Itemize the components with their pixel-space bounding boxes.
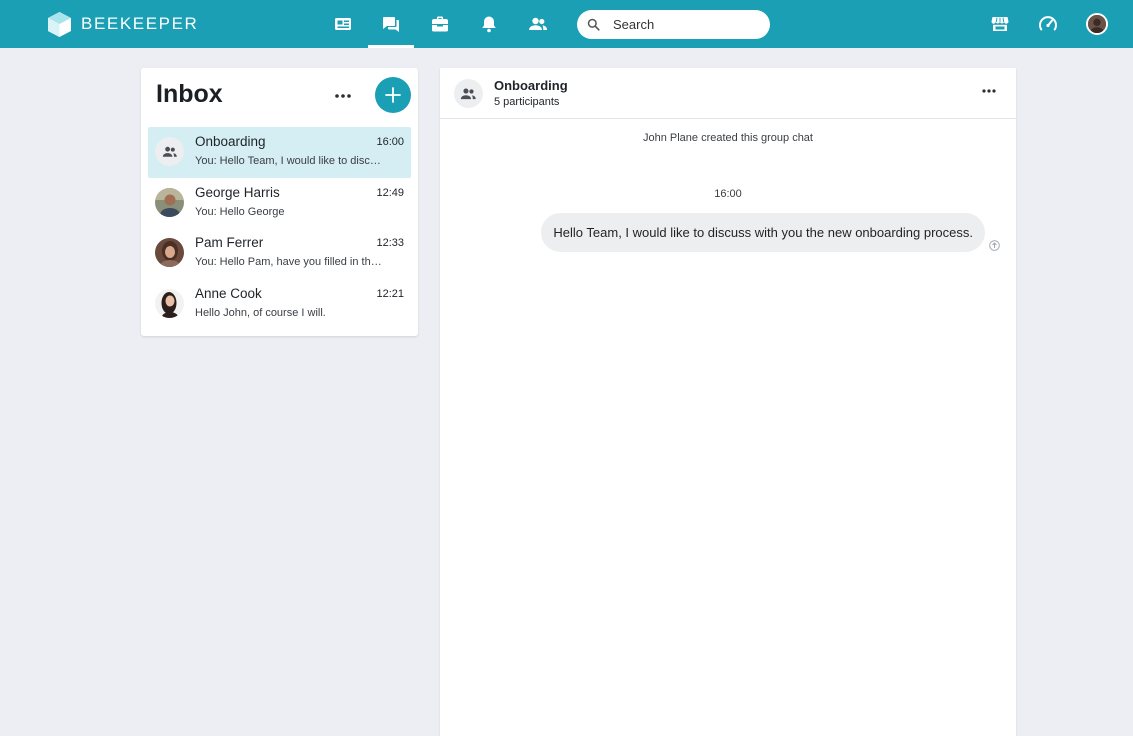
sent-icon (989, 240, 1000, 251)
user-photo-avatar (155, 187, 184, 217)
chat-name: Anne Cook (195, 285, 262, 301)
chat-name: George Harris (195, 184, 280, 200)
group-avatar (155, 137, 184, 166)
marketplace-button[interactable] (977, 0, 1023, 48)
chat-time: 16:00 (376, 136, 404, 148)
participants-count[interactable]: 5 participants (494, 96, 559, 108)
chat-bubbles-icon (383, 17, 399, 32)
group-icon (162, 146, 177, 157)
newspaper-icon (335, 18, 351, 30)
conversation-title[interactable]: Onboarding (494, 78, 568, 93)
people-icon (529, 17, 547, 30)
chat-list-item[interactable]: Onboarding 16:00 You: Hello Team, I woul… (148, 127, 411, 178)
dashboard-button[interactable] (1025, 0, 1071, 48)
avatar (155, 238, 184, 267)
nav-colleagues-button[interactable] (515, 0, 561, 48)
system-message: John Plane created this group chat (642, 132, 813, 144)
chat-list-item[interactable]: Pam Ferrer 12:33 You: Hello Pam, have yo… (148, 228, 411, 279)
message-timestamp: 16:00 (714, 188, 742, 200)
brand[interactable]: BEEKEEPER (48, 11, 198, 37)
nav-tools-button[interactable] (417, 0, 463, 48)
chat-preview: You: Hello Team, I would like to discuss… (195, 155, 385, 167)
chat-list-item[interactable]: Anne Cook 12:21 Hello John, of course I … (148, 279, 411, 330)
chat-time: 12:49 (376, 186, 404, 199)
toolbox-icon (432, 16, 448, 32)
nav-notifications-button[interactable] (466, 0, 512, 48)
user-avatar[interactable] (1086, 13, 1108, 35)
avatar (155, 288, 184, 318)
chat-preview: You: Hello George (195, 205, 285, 218)
inbox-more-options-button[interactable] (331, 86, 355, 106)
beekeeper-logo-icon (48, 11, 71, 37)
more-horizontal-icon (335, 94, 351, 98)
chat-time: 12:33 (376, 237, 404, 249)
speedometer-icon (1039, 16, 1057, 31)
nav-streams-button[interactable] (320, 0, 366, 48)
new-chat-button[interactable] (375, 77, 411, 113)
conversation-panel: Onboarding 5 participants John Plane cre… (440, 68, 1016, 736)
user-photo-avatar (155, 238, 184, 267)
chat-name: Pam Ferrer (195, 235, 264, 250)
inbox-title: Inbox (156, 80, 223, 108)
brand-name: BEEKEEPER (81, 14, 199, 33)
chat-name: Onboarding (195, 134, 266, 149)
top-navigation-bar: BEEKEEPER (0, 0, 1133, 48)
search-icon (587, 18, 600, 31)
bell-icon (482, 16, 496, 33)
user-photo-avatar (1088, 15, 1106, 33)
search-box[interactable] (577, 10, 770, 39)
chat-preview: Hello John, of course I will. (195, 306, 326, 319)
conversation-header: Onboarding 5 participants (440, 68, 1016, 119)
search-input[interactable] (613, 15, 763, 33)
more-horizontal-icon (982, 89, 996, 93)
nav-chats-button[interactable] (368, 0, 414, 48)
chat-list: Onboarding 16:00 You: Hello Team, I woul… (148, 127, 411, 329)
chat-time: 12:21 (376, 287, 404, 300)
chat-list-item[interactable]: George Harris 12:49 You: Hello George (148, 178, 411, 229)
group-avatar[interactable] (454, 79, 483, 108)
user-photo-avatar (155, 288, 184, 318)
inbox-panel: Inbox Onboarding 16:00 You: Hello Team, … (141, 68, 418, 336)
store-icon (991, 17, 1009, 31)
conversation-more-options-button[interactable] (977, 82, 1001, 100)
group-icon (460, 87, 476, 99)
message-bubble[interactable]: Hello Team, I would like to discuss with… (541, 213, 985, 252)
avatar (155, 187, 184, 217)
chat-preview: You: Hello Pam, have you filled in the f… (195, 256, 385, 268)
plus-icon (385, 87, 401, 103)
